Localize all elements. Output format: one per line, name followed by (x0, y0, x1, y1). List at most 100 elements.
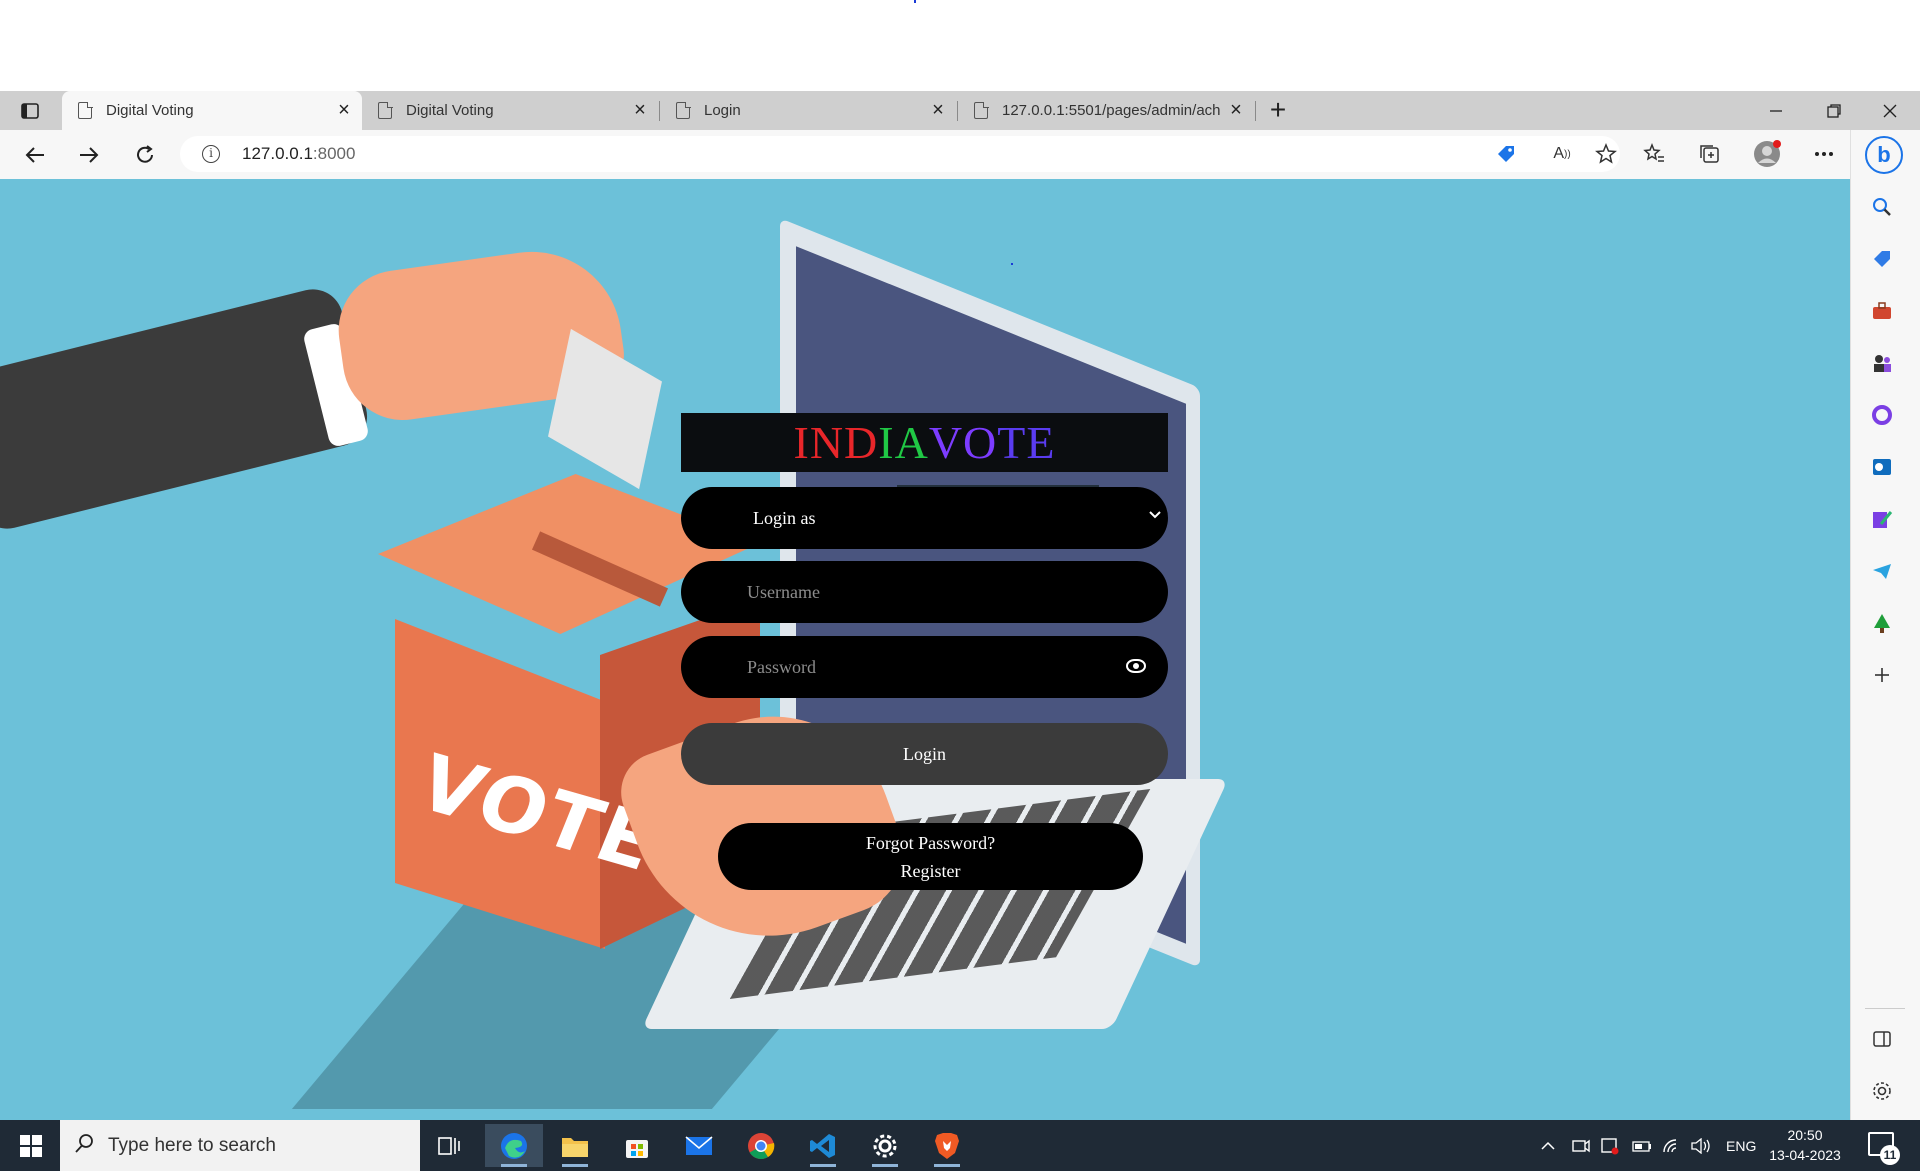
tab-digital-voting-1[interactable]: Digital Voting × (62, 91, 362, 130)
tab-close-button[interactable]: × (1224, 99, 1248, 122)
running-indicator (562, 1164, 588, 1167)
profile-button[interactable] (1751, 138, 1783, 170)
forward-button[interactable] (72, 139, 106, 171)
wifi-indicator[interactable] (1662, 1120, 1682, 1171)
file-explorer-button[interactable] (546, 1124, 604, 1167)
store-icon (626, 1139, 648, 1158)
search-icon (74, 1132, 96, 1160)
outlook-icon[interactable] (1869, 454, 1895, 480)
read-aloud-icon[interactable]: A)) (1546, 138, 1578, 170)
login-as-select[interactable]: Login as (681, 487, 1168, 549)
battery-indicator[interactable] (1632, 1120, 1652, 1171)
address-bar[interactable]: i 127.0.0.1:8000 A)) (180, 136, 1620, 172)
tab-actions-button[interactable] (12, 98, 48, 124)
tab-digital-voting-2[interactable]: Digital Voting × (362, 91, 658, 130)
tray-app-icon[interactable] (1572, 1120, 1590, 1171)
url-host: 127.0.0.1 (242, 144, 313, 163)
running-indicator (872, 1164, 898, 1167)
brand-title: IND IA VO TE (681, 413, 1168, 472)
taskbar-search-box[interactable]: Type here to search (60, 1120, 420, 1171)
tab-strip: Digital Voting × Digital Voting × Login … (0, 91, 1920, 130)
site-info-icon[interactable]: i (202, 145, 220, 163)
browser-toolbar: i 127.0.0.1:8000 A)) (0, 130, 1920, 179)
refresh-button[interactable] (128, 139, 162, 171)
sidebar-divider (1865, 1008, 1905, 1009)
brand-part-vo: VO (928, 417, 998, 468)
forgot-password-link[interactable]: Forgot Password? (866, 829, 995, 857)
edge-taskbar-button[interactable] (485, 1124, 543, 1167)
page-icon (974, 101, 989, 119)
collections-button[interactable] (1694, 138, 1726, 170)
vscode-button[interactable] (794, 1124, 852, 1167)
tools-icon[interactable] (1869, 298, 1895, 324)
chrome-button[interactable] (732, 1124, 790, 1167)
page-icon (78, 101, 93, 119)
mail-button[interactable] (670, 1124, 728, 1167)
folder-icon (562, 1137, 588, 1157)
add-sidebar-app-icon[interactable] (1869, 662, 1895, 688)
ballot-paper (548, 328, 662, 490)
wifi-icon (1663, 1138, 1677, 1152)
show-hidden-icons[interactable] (1540, 1120, 1556, 1171)
bing-chat-icon[interactable]: b (1865, 136, 1903, 174)
tab-login[interactable]: Login × (660, 91, 956, 130)
restore-icon (1827, 103, 1841, 118)
shopping-icon[interactable] (1869, 246, 1895, 272)
settings-button[interactable] (856, 1124, 914, 1167)
shopping-tag-icon[interactable] (1490, 138, 1522, 170)
register-link[interactable]: Register (901, 857, 961, 885)
store-button[interactable] (608, 1124, 666, 1167)
eye-icon[interactable] (1126, 659, 1146, 673)
username-input[interactable]: Username (681, 561, 1168, 623)
running-indicator (934, 1164, 960, 1167)
minimize-button[interactable] (1748, 91, 1804, 130)
volume-indicator[interactable] (1690, 1120, 1712, 1171)
back-button[interactable] (18, 139, 52, 171)
windows-logo-icon (20, 1135, 42, 1157)
telegram-icon[interactable] (1869, 558, 1895, 584)
username-placeholder: Username (747, 581, 820, 602)
new-tab-button[interactable]: + (1262, 95, 1294, 127)
restore-button[interactable] (1806, 91, 1862, 130)
brave-button[interactable] (918, 1124, 976, 1167)
tab-close-button[interactable]: × (332, 99, 356, 122)
forward-arrow-icon (80, 147, 99, 163)
tab-close-button[interactable]: × (628, 99, 652, 122)
url-text[interactable]: 127.0.0.1:8000 (242, 144, 355, 164)
tag-icon (1498, 146, 1514, 162)
stray-dot (1011, 263, 1013, 265)
running-indicator (810, 1164, 836, 1167)
login-as-label: Login as (753, 507, 816, 528)
tab-close-button[interactable]: × (926, 99, 950, 122)
page-content: VOTE IND IA VO TE Login as Username Passwor… (0, 179, 1850, 1120)
add-favorite-icon[interactable] (1590, 138, 1622, 170)
minimize-icon (1770, 109, 1782, 112)
search-icon[interactable] (1869, 194, 1895, 220)
favorites-button[interactable] (1638, 138, 1670, 170)
brave-icon (935, 1132, 959, 1159)
designer-icon[interactable] (1869, 506, 1895, 532)
office-icon[interactable] (1869, 402, 1895, 428)
task-view-button[interactable] (420, 1124, 478, 1167)
tab-admin-page[interactable]: 127.0.0.1:5501/pages/admin/ach × (958, 91, 1254, 130)
search-placeholder: Type here to search (108, 1134, 276, 1156)
password-input[interactable]: Password (681, 636, 1168, 698)
tray-security-icon[interactable] (1600, 1120, 1620, 1171)
edge-icon (501, 1132, 527, 1159)
login-button[interactable]: Login (681, 723, 1168, 785)
games-icon[interactable] (1869, 350, 1895, 376)
hide-sidebar-icon[interactable] (1869, 1026, 1895, 1052)
tab-label: 127.0.0.1:5501/pages/admin/ach (1002, 102, 1221, 119)
clock[interactable]: 20:50 13-04-2023 (1760, 1125, 1850, 1165)
password-placeholder: Password (747, 656, 817, 677)
settings-more-button[interactable] (1808, 138, 1840, 170)
start-button[interactable] (8, 1128, 54, 1164)
tree-icon[interactable] (1869, 610, 1895, 636)
tab-label: Digital Voting (106, 102, 194, 119)
refresh-icon (137, 145, 153, 163)
login-button-label: Login (903, 743, 946, 764)
close-window-button[interactable] (1862, 91, 1918, 130)
language-indicator[interactable]: ENG (1726, 1120, 1756, 1171)
stray-dot (914, 0, 916, 3)
sidebar-settings-icon[interactable] (1869, 1078, 1895, 1104)
